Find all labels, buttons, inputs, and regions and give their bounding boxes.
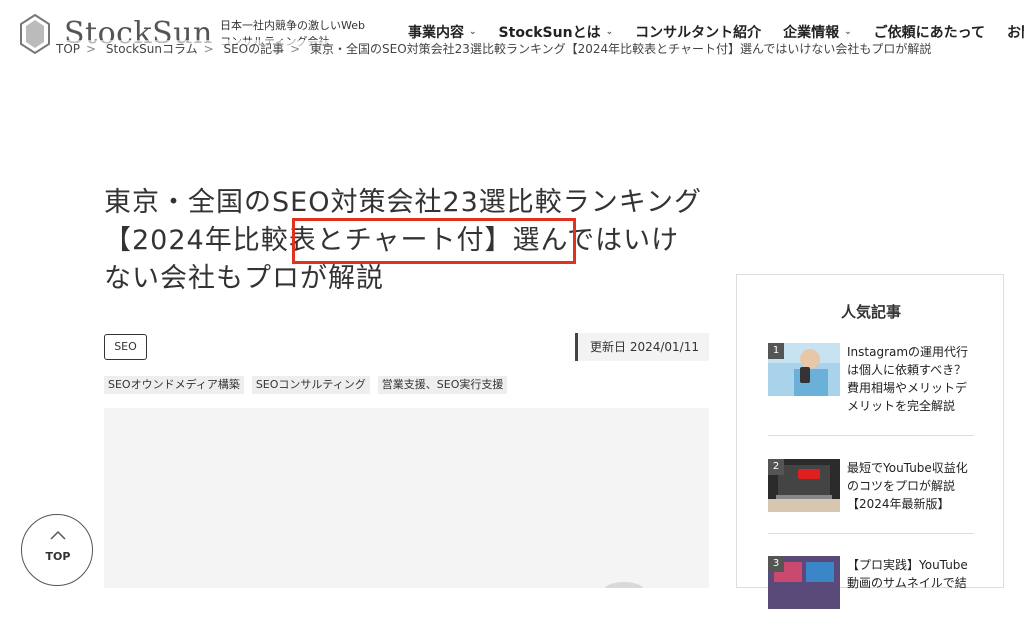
article-title: 東京・全国のSEO対策会社23選比較ランキング【2024年比較表とチャート付】選… (104, 187, 702, 294)
chevron-right-icon: > (203, 42, 214, 56)
breadcrumb: TOP > StockSunコラム > SEOの記事 > 東京・全国のSEO対策会社2… (56, 40, 932, 57)
nav-item-consultants[interactable]: コンサルタント紹介 (635, 22, 761, 42)
back-to-top-label: TOP (45, 550, 71, 563)
category-badge[interactable]: SEO (104, 334, 147, 360)
chevron-right-icon: > (86, 42, 97, 56)
sidebar-title: 人気記事 (840, 303, 901, 321)
logo-icon (20, 14, 50, 54)
main-nav: 事業内容 ⌄ StockSunとは ⌄ コンサルタント紹介 企業情報 ⌄ ご依頼にあた… (408, 22, 1024, 42)
chevron-right-icon: > (290, 42, 301, 56)
nav-item-services[interactable]: 事業内容 ⌄ (408, 22, 477, 42)
chevron-down-icon: ⌄ (844, 27, 852, 37)
updated-date: 更新日 2024/01/11 (575, 333, 709, 361)
tag-item[interactable]: SEOコンサルティング (251, 376, 370, 394)
hero-image-graphic (104, 408, 709, 598)
nav-item-about[interactable]: StockSunとは ⌄ (499, 22, 614, 42)
breadcrumb-item[interactable]: StockSunコラム (106, 42, 198, 56)
chevron-down-icon: ⌄ (605, 27, 614, 37)
chevron-down-icon: ⌄ (469, 27, 477, 37)
tag-item[interactable]: SEOオウンドメディア構築 (104, 376, 244, 394)
rank-badge: 1 (768, 343, 784, 359)
popular-posts-widget: 人気記事 1 Instagramの運用代行は個人に依頼すべき？費用相場やメリット… (736, 274, 1004, 609)
breadcrumb-current: 東京・全国のSEO対策会社23選比較ランキング【2024年比較表とチャート付】選… (310, 42, 932, 56)
rank-badge: 3 (768, 556, 784, 572)
chevron-up-icon (50, 530, 66, 540)
hero-image (104, 408, 709, 598)
post-title: Instagramの運用代行は個人に依頼すべき？費用相場やメリットデメリットを完… (847, 345, 969, 413)
divider (768, 435, 974, 436)
nav-item-company[interactable]: 企業情報 ⌄ (783, 22, 852, 42)
divider (768, 533, 974, 534)
tag-list: SEOオウンドメディア構築 SEOコンサルティング 営業支援、SEO実行支援 (104, 376, 508, 394)
popular-post-item[interactable]: 3 【プロ実践】YouTube動画のサムネイルで結 (768, 556, 974, 636)
breadcrumb-item[interactable]: SEOの記事 (223, 42, 284, 56)
popular-post-item[interactable]: 2 最短でYouTube収益化のコツをプロが解説【2024年最新版】 (768, 459, 974, 539)
rank-badge: 2 (768, 459, 784, 475)
back-to-top-button[interactable]: TOP (21, 514, 93, 586)
breadcrumb-item[interactable]: TOP (56, 42, 80, 56)
popular-post-item[interactable]: 1 Instagramの運用代行は個人に依頼すべき？費用相場やメリットデメリット… (768, 343, 974, 423)
nav-item-contact[interactable]: お問 (1007, 22, 1024, 42)
post-title: 【プロ実践】YouTube動画のサムネイルで結 (847, 558, 968, 590)
tag-item[interactable]: 営業支援、SEO実行支援 (377, 376, 508, 394)
post-title: 最短でYouTube収益化のコツをプロが解説【2024年最新版】 (847, 461, 968, 511)
nav-item-request[interactable]: ご依頼にあたって (874, 22, 985, 42)
